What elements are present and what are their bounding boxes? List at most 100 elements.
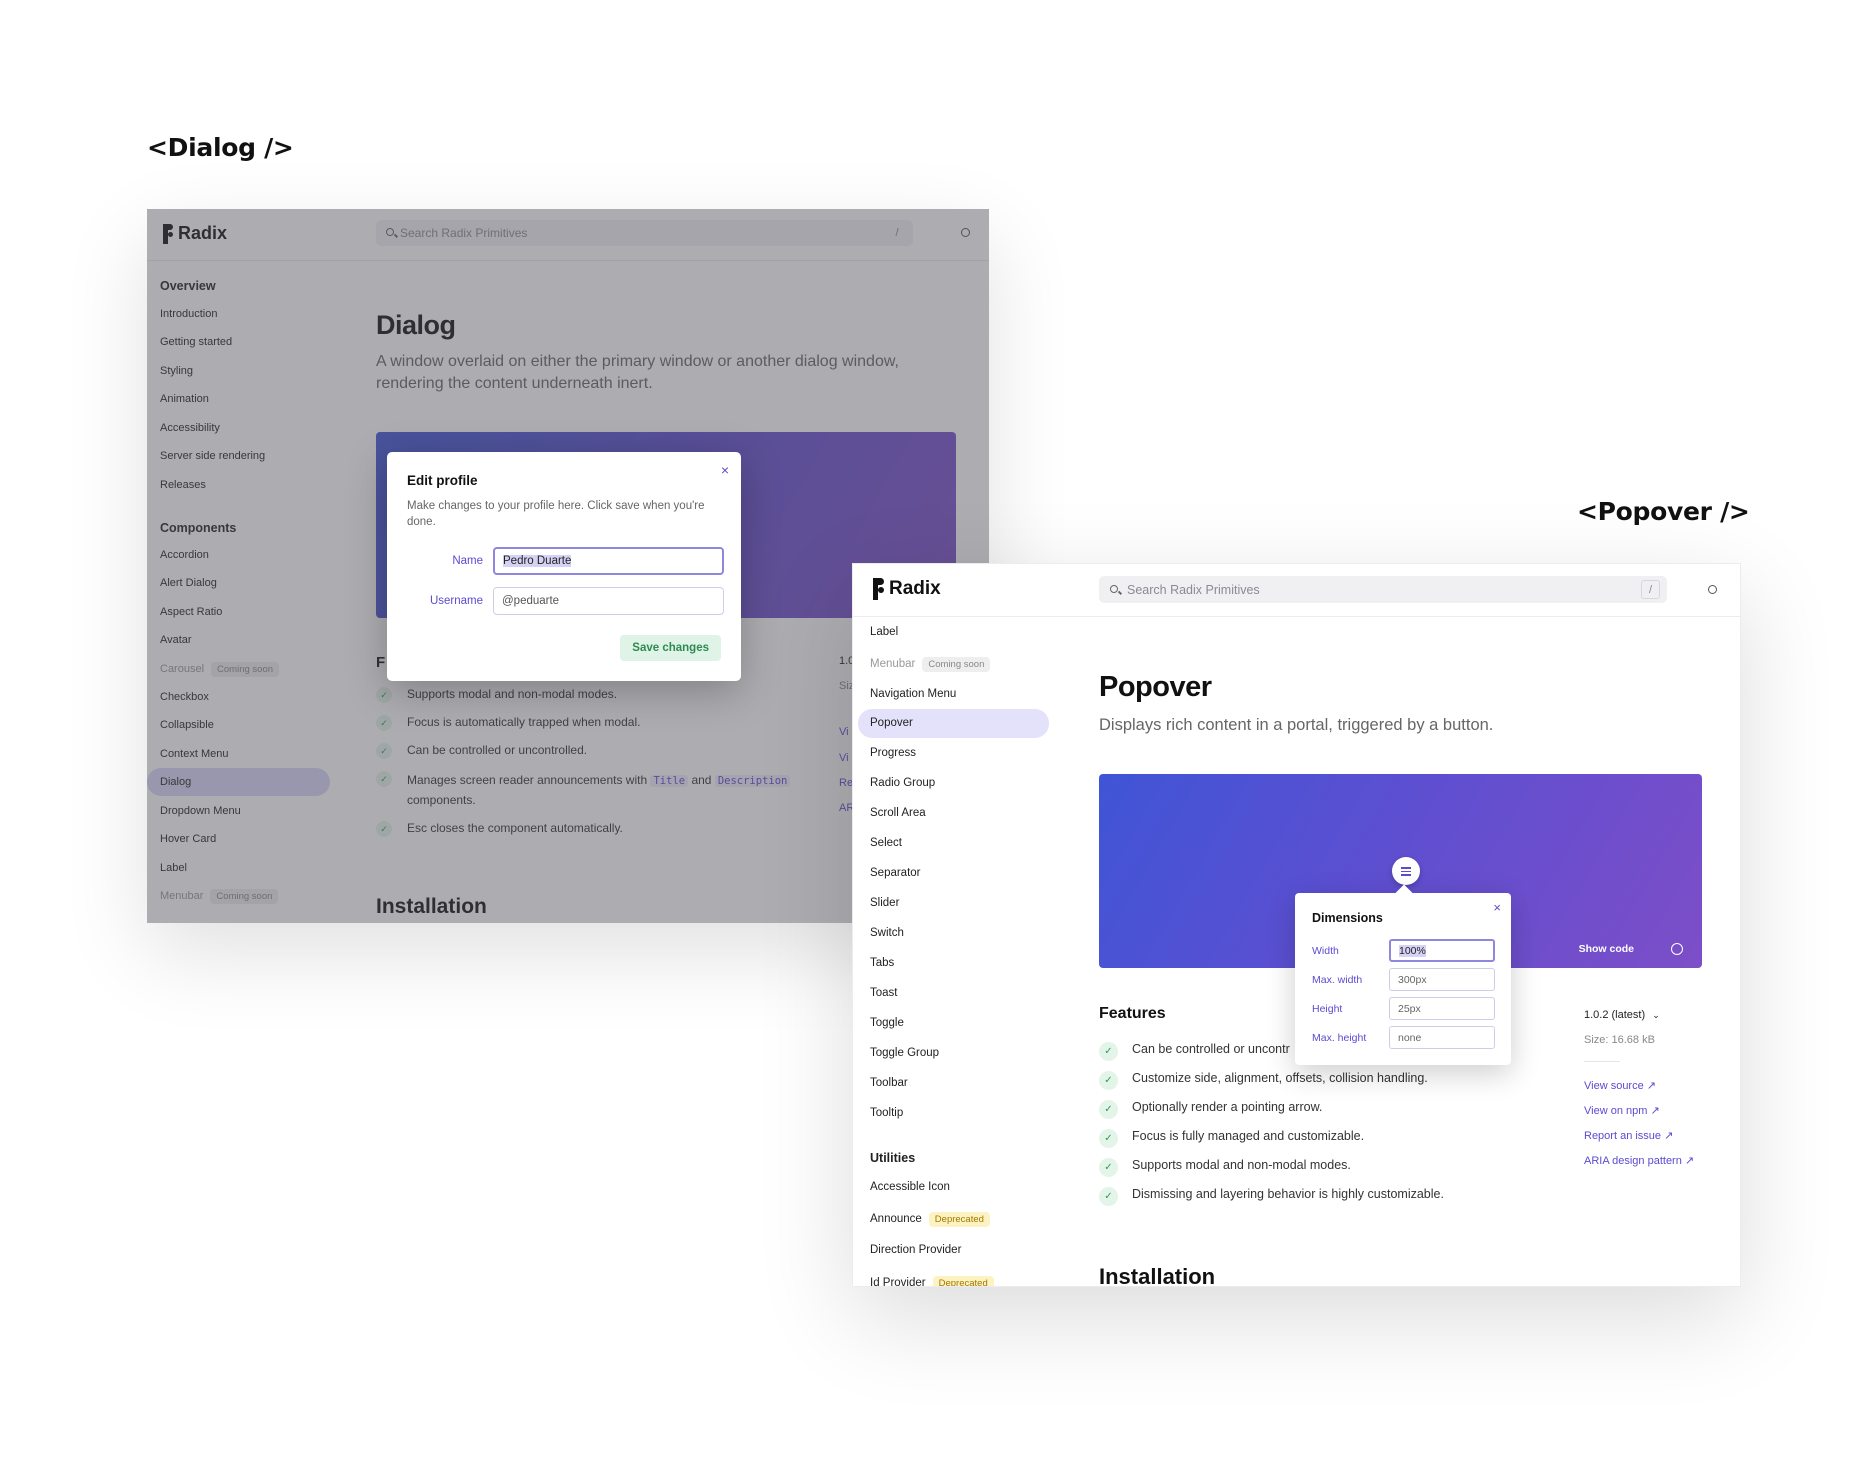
- username-input[interactable]: @peduarte: [493, 587, 724, 615]
- sidebar-item-radio-group[interactable]: Radio Group: [870, 777, 935, 789]
- search-shortcut: /: [1641, 580, 1660, 599]
- page-description: Displays rich content in a portal, trigg…: [1099, 716, 1494, 734]
- version-text: 1.0.2 (latest): [1584, 1009, 1646, 1021]
- sidebar-item-tabs[interactable]: Tabs: [870, 957, 894, 969]
- sidebar-item-slider[interactable]: Slider: [870, 897, 899, 909]
- announce-label: Announce: [870, 1213, 922, 1225]
- width-label: Width: [1312, 945, 1339, 957]
- search-input[interactable]: Search Radix Primitives /: [1099, 576, 1667, 603]
- sidebar-item-select[interactable]: Select: [870, 837, 902, 849]
- sidebar-item-popover[interactable]: Popover: [870, 717, 913, 729]
- menubar-label: Menubar: [870, 658, 916, 670]
- report-issue-link[interactable]: Report an issue ↗: [1584, 1129, 1673, 1142]
- link-text: ARIA design pattern: [1584, 1155, 1682, 1167]
- coming-soon-badge: Coming soon: [922, 657, 991, 672]
- feature-item: ✓ Dismissing and layering behavior is hi…: [1099, 1187, 1444, 1206]
- save-changes-button[interactable]: Save changes: [620, 635, 721, 661]
- modal-title: Edit profile: [407, 473, 478, 488]
- max-height-input[interactable]: none: [1389, 1026, 1495, 1049]
- sidebar-item-toast[interactable]: Toast: [870, 987, 898, 999]
- sidebar-section-utilities: Utilities: [870, 1151, 916, 1165]
- edit-profile-modal: Edit profile Make changes to your profil…: [387, 452, 741, 681]
- popover-section-heading: <Popover />: [1577, 497, 1750, 526]
- height-value: 25px: [1398, 1002, 1421, 1015]
- deprecated-badge: Deprecated: [932, 1276, 994, 1286]
- sidebar-item-announce[interactable]: Announce Deprecated: [870, 1212, 990, 1227]
- sidebar-item-label[interactable]: Label: [870, 626, 898, 638]
- topbar: Radix Search Radix Primitives /: [853, 564, 1740, 617]
- modal-description: Make changes to your profile here. Click…: [407, 500, 705, 529]
- sidebar-item-separator[interactable]: Separator: [870, 867, 921, 879]
- popover-trigger-button[interactable]: [1392, 857, 1420, 885]
- dialog-section-heading: <Dialog />: [147, 133, 294, 162]
- check-icon: ✓: [1099, 1187, 1118, 1206]
- feature-text: Supports modal and non-modal modes.: [1132, 1158, 1351, 1172]
- width-input[interactable]: 100%: [1389, 939, 1495, 962]
- sidebar-item-toolbar[interactable]: Toolbar: [870, 1077, 908, 1089]
- feature-item: ✓ Optionally render a pointing arrow.: [1099, 1100, 1322, 1119]
- view-npm-link[interactable]: View on npm ↗: [1584, 1104, 1660, 1117]
- divider: [1584, 1061, 1620, 1062]
- close-icon[interactable]: ×: [1493, 900, 1501, 915]
- aria-design-pattern-link[interactable]: ARIA design pattern ↗: [1584, 1154, 1694, 1167]
- package-size: Size: 16.68 kB: [1584, 1034, 1655, 1046]
- sidebar-item-navigation-menu[interactable]: Navigation Menu: [870, 688, 956, 700]
- max-width-label: Max. width: [1312, 974, 1363, 986]
- name-label: Name: [452, 555, 483, 567]
- name-value: Pedro Duarte: [503, 555, 572, 567]
- username-label: Username: [429, 595, 483, 607]
- sidebar-item-id-provider[interactable]: Id Provider Deprecated: [870, 1276, 994, 1287]
- username-value: @peduarte: [502, 595, 560, 607]
- features-heading: Features: [1099, 1005, 1166, 1022]
- sidebar: Label Menubar Coming soon Navigation Menu…: [858, 626, 1070, 1287]
- max-height-value: none: [1398, 1031, 1422, 1044]
- installation-heading: Installation: [1099, 1264, 1216, 1287]
- sidebar-item-accessible-icon[interactable]: Accessible Icon: [870, 1181, 950, 1193]
- feature-item: ✓ Supports modal and non-modal modes.: [1099, 1158, 1351, 1177]
- page-title: Popover: [1099, 671, 1212, 703]
- popover-docs-window: Radix Search Radix Primitives / Label Me…: [852, 563, 1741, 1287]
- max-height-label: Max. height: [1312, 1032, 1367, 1044]
- external-link-icon: ↗: [1650, 1105, 1660, 1117]
- view-source-link[interactable]: View source ↗: [1584, 1079, 1656, 1092]
- height-label: Height: [1312, 1003, 1343, 1015]
- check-icon: ✓: [1099, 1100, 1118, 1119]
- link-text: View source: [1584, 1080, 1644, 1092]
- feature-text: Customize side, alignment, offsets, coll…: [1132, 1071, 1428, 1085]
- code-icon[interactable]: [1671, 943, 1683, 955]
- feature-item: ✓ Customize side, alignment, offsets, co…: [1099, 1071, 1428, 1090]
- check-icon: ✓: [1099, 1042, 1118, 1061]
- feature-item: ✓ Focus is fully managed and customizabl…: [1099, 1129, 1364, 1148]
- deprecated-badge: Deprecated: [928, 1212, 990, 1227]
- theme-toggle-icon[interactable]: [1705, 582, 1720, 597]
- feature-text: Dismissing and layering behavior is high…: [1132, 1187, 1444, 1201]
- sliders-icon: [1392, 857, 1420, 885]
- feature-text: Optionally render a pointing arrow.: [1132, 1100, 1323, 1114]
- sidebar-item-toggle[interactable]: Toggle: [870, 1017, 904, 1029]
- external-link-icon: ↗: [1684, 1155, 1695, 1167]
- logo-text: Radix: [889, 578, 941, 599]
- name-input[interactable]: Pedro Duarte: [493, 547, 724, 575]
- sidebar-item-toggle-group[interactable]: Toggle Group: [870, 1047, 939, 1059]
- check-icon: ✓: [1099, 1129, 1118, 1148]
- dimensions-popover: Dimensions × Width 100% Max. width 300px…: [1295, 893, 1511, 1065]
- sidebar-item-switch[interactable]: Switch: [870, 927, 904, 939]
- package-meta: 1.0.2 (latest) ⌄ Size: 16.68 kB View sou…: [1584, 1009, 1724, 1209]
- height-input[interactable]: 25px: [1389, 997, 1495, 1020]
- radix-logo[interactable]: Radix: [873, 578, 941, 600]
- check-icon: ✓: [1099, 1071, 1118, 1090]
- sidebar-item-progress[interactable]: Progress: [870, 747, 916, 759]
- version-select[interactable]: 1.0.2 (latest) ⌄: [1584, 1009, 1660, 1021]
- sidebar-item-direction-provider[interactable]: Direction Provider: [870, 1244, 961, 1256]
- max-width-input[interactable]: 300px: [1389, 968, 1495, 991]
- close-icon[interactable]: ×: [721, 462, 729, 478]
- max-width-value: 300px: [1398, 973, 1427, 986]
- feature-text: Can be controlled or uncontr: [1132, 1042, 1290, 1056]
- sidebar-item-tooltip[interactable]: Tooltip: [870, 1107, 903, 1119]
- show-code-button[interactable]: Show code: [1579, 943, 1634, 955]
- link-text: Report an issue: [1584, 1130, 1662, 1142]
- external-link-icon: ↗: [1646, 1080, 1656, 1092]
- sidebar-item-scroll-area[interactable]: Scroll Area: [870, 807, 926, 819]
- id-provider-label: Id Provider: [870, 1277, 926, 1287]
- chevron-down-icon: ⌄: [1652, 1010, 1660, 1020]
